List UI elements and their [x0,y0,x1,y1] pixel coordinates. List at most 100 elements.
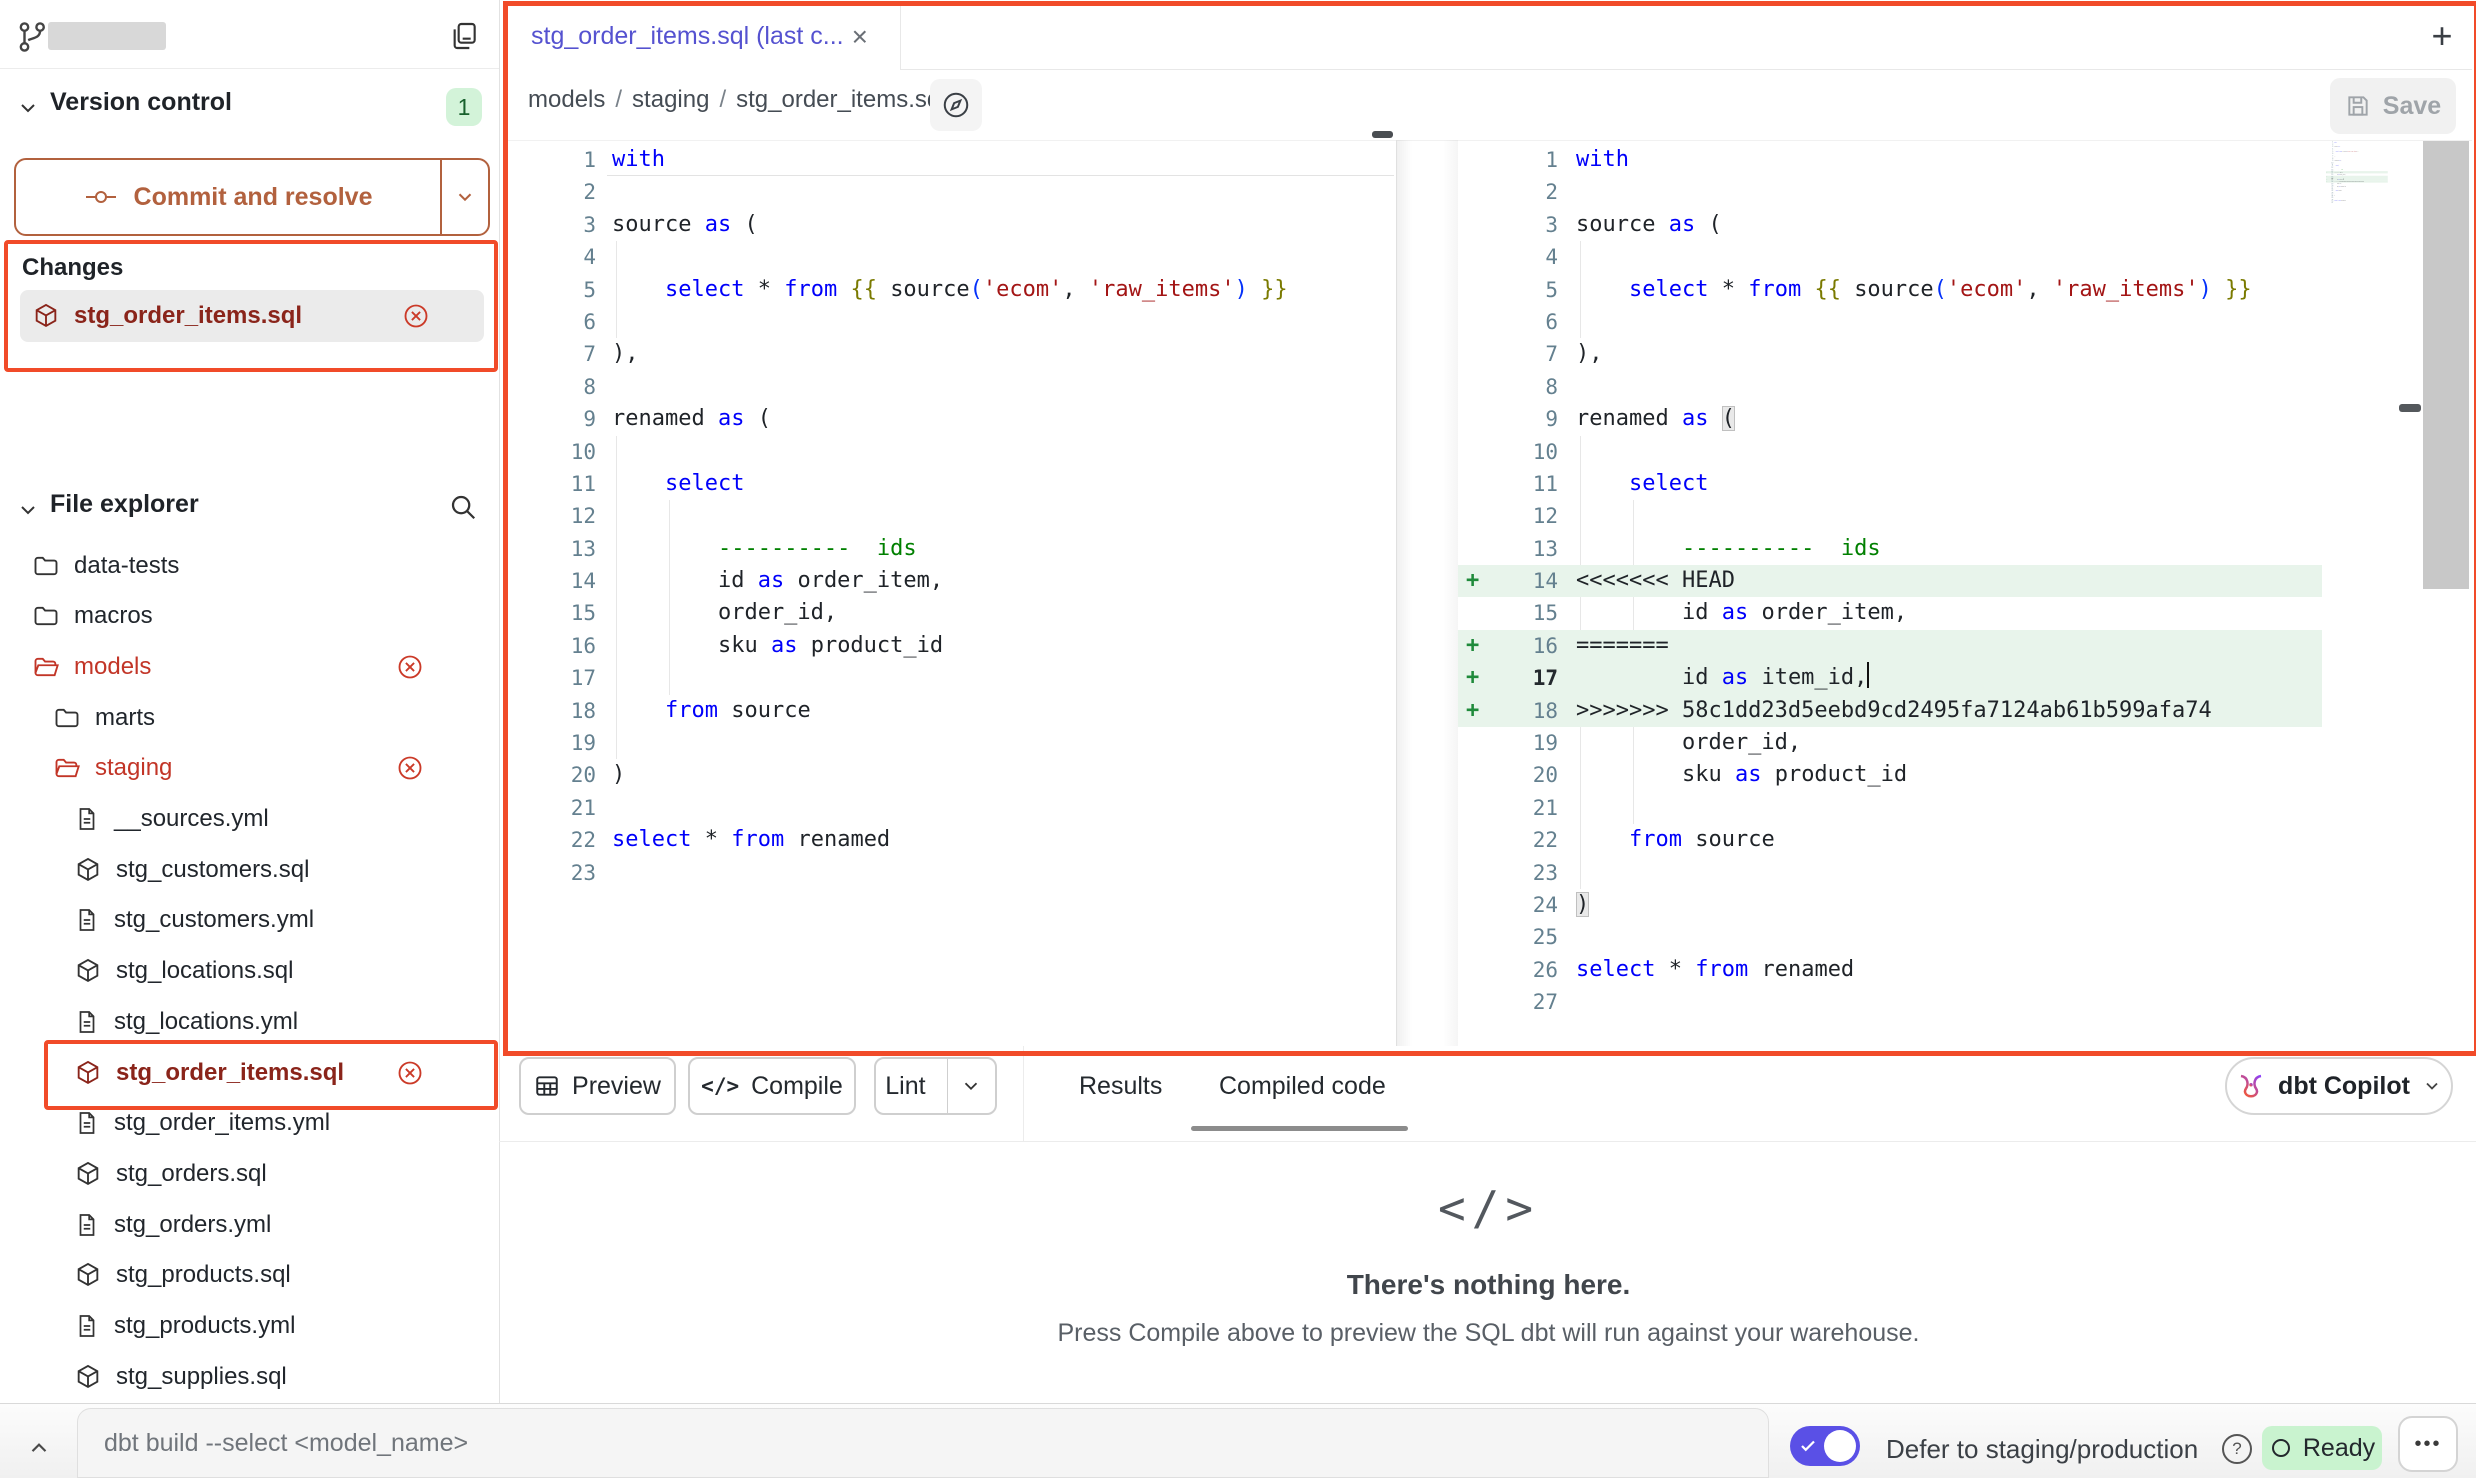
copy-icon[interactable] [448,20,480,52]
preview-button[interactable]: Preview [519,1057,676,1115]
file-explorer-item-stg_order_items.yml[interactable]: stg_order_items.yml [0,1098,499,1149]
code-line[interactable]: 15 id as order_item, [1458,597,2322,629]
version-control-chevron-icon[interactable] [16,96,40,120]
code-line[interactable]: 9renamed as ( [1458,403,2322,435]
file-explorer-item-staging[interactable]: staging [0,743,499,794]
code-line[interactable]: 20) [505,759,1396,791]
code-line[interactable]: 24) [1458,889,2322,921]
tab-compiled-code[interactable]: Compiled code [1219,1072,1386,1101]
overview-scrollbar[interactable] [2423,141,2469,589]
defer-toggle[interactable] [1790,1426,1860,1466]
code-line[interactable]: 16 sku as product_id [505,630,1396,662]
code-line[interactable]: 11 select [505,468,1396,500]
code-line[interactable]: 2 [1458,176,2322,208]
code-line[interactable]: 7), [505,338,1396,370]
lint-options-caret[interactable] [947,1059,995,1113]
expand-caret-icon[interactable] [24,1434,54,1464]
left-pane-scrollbar-thumb[interactable] [1372,131,1393,138]
changed-file-row[interactable]: stg_order_items.sql [20,290,484,342]
code-line[interactable]: 17+ id as item_id, [1458,662,2322,694]
lineage-compass-icon[interactable] [930,79,982,131]
code-line[interactable]: 9renamed as ( [505,403,1396,435]
code-line[interactable]: 4 [505,241,1396,273]
code-line[interactable]: 15 order_id, [505,597,1396,629]
connection-status-badge[interactable]: Ready [2262,1426,2382,1470]
code-line[interactable]: 8 [505,371,1396,403]
search-icon[interactable] [448,492,478,522]
code-line[interactable]: 27 [2326,201,2388,203]
file-explorer-item-stg_customers.sql[interactable]: stg_customers.sql [0,844,499,895]
code-line[interactable]: 23 [505,857,1396,889]
more-options-button[interactable]: ••• [2398,1416,2458,1472]
code-line[interactable]: 13 ---------- ids [1458,533,2322,565]
code-line[interactable]: 22select * from renamed [505,824,1396,856]
file-explorer-item-stg_locations.sql[interactable]: stg_locations.sql [0,946,499,997]
code-line[interactable]: 10 [505,436,1396,468]
code-line[interactable]: 18+>>>>>>> 58c1dd23d5eebd9cd2495fa7124ab… [1458,695,2322,727]
file-explorer-item-stg_products.sql[interactable]: stg_products.sql [0,1250,499,1301]
breadcrumb-segment[interactable]: staging [632,86,709,113]
right-pane-scrollbar-thumb[interactable] [2399,404,2421,412]
tab-results[interactable]: Results [1079,1072,1162,1101]
code-line[interactable]: 12 [505,500,1396,532]
code-line[interactable]: 20 sku as product_id [1458,759,2322,791]
code-line[interactable]: 25 [1458,921,2322,953]
version-control-title[interactable]: Version control [50,88,232,117]
code-line[interactable]: 21 [505,792,1396,824]
code-line[interactable]: 18 from source [505,695,1396,727]
file-explorer-item-data-tests[interactable]: data-tests [0,540,499,591]
code-line[interactable]: 7), [1458,338,2322,370]
code-pane-left[interactable]: 1with23source as (45 select * from {{ so… [505,144,1396,889]
code-line[interactable]: 14 id as order_item, [505,565,1396,597]
file-explorer-title[interactable]: File explorer [50,490,199,519]
conflict-x-circle-icon[interactable] [396,653,424,681]
code-line[interactable]: 5 select * from {{ source('ecom', 'raw_i… [505,274,1396,306]
code-line[interactable]: 13 ---------- ids [505,533,1396,565]
commit-and-resolve-button[interactable]: Commit and resolve [14,158,490,236]
tab-close-icon[interactable]: × [852,21,868,53]
code-line[interactable]: 22 from source [1458,824,2322,856]
file-explorer-item-stg_order_items.sql[interactable]: stg_order_items.sql [0,1047,499,1098]
code-line[interactable]: 17 [505,662,1396,694]
code-line[interactable]: 1with [1458,144,2322,176]
file-explorer-item-marts[interactable]: marts [0,692,499,743]
editor-tab[interactable]: stg_order_items.sql (last c... × [505,3,901,70]
compile-button[interactable]: </> Compile [688,1057,856,1115]
code-line[interactable]: 1with [505,144,1396,176]
lint-button[interactable]: Lint [874,1057,997,1115]
code-line[interactable]: 21 [1458,792,2322,824]
file-explorer-item-__sources.yml[interactable]: __sources.yml [0,794,499,845]
code-line[interactable]: 6 [1458,306,2322,338]
lint-button-label[interactable]: Lint [876,1072,935,1101]
conflict-x-circle-icon[interactable] [402,302,430,330]
code-line[interactable]: 26select * from renamed [1458,954,2322,986]
help-icon[interactable]: ? [2222,1434,2252,1464]
code-line[interactable]: 12 [1458,500,2322,532]
code-line[interactable]: 19 [505,727,1396,759]
code-line[interactable]: 11 select [1458,468,2322,500]
code-line[interactable]: 3source as ( [1458,209,2322,241]
file-explorer-item-stg_locations.yml[interactable]: stg_locations.yml [0,996,499,1047]
code-line[interactable]: 27 [1458,986,2322,1018]
code-line[interactable]: 8 [1458,371,2322,403]
file-explorer-item-stg_orders.sql[interactable]: stg_orders.sql [0,1148,499,1199]
code-line[interactable]: 14+<<<<<<< HEAD [1458,565,2322,597]
minimap[interactable]: 1with23source as (45 select * from {{ so… [2326,141,2398,205]
code-line[interactable]: 4 [1458,241,2322,273]
code-line[interactable]: 2 [505,176,1396,208]
breadcrumb-segment[interactable]: stg_order_items.sql [736,86,945,113]
file-explorer-chevron-icon[interactable] [16,498,40,522]
code-line[interactable]: 10 [1458,436,2322,468]
code-line[interactable]: 19 order_id, [1458,727,2322,759]
dbt-copilot-button[interactable]: dbt Copilot [2225,1057,2453,1115]
breadcrumb-segment[interactable]: models [528,86,605,113]
command-input[interactable]: dbt build --select <model_name> [77,1408,1769,1478]
file-explorer-item-stg_customers.yml[interactable]: stg_customers.yml [0,895,499,946]
file-explorer-item-stg_supplies.sql[interactable]: stg_supplies.sql [0,1351,499,1402]
conflict-x-circle-icon[interactable] [396,1059,424,1087]
file-explorer-item-stg_products.yml[interactable]: stg_products.yml [0,1301,499,1352]
file-explorer-item-stg_orders.yml[interactable]: stg_orders.yml [0,1199,499,1250]
code-line[interactable]: 6 [505,306,1396,338]
file-explorer-item-macros[interactable]: macros [0,591,499,642]
new-tab-icon[interactable]: + [2420,14,2464,58]
